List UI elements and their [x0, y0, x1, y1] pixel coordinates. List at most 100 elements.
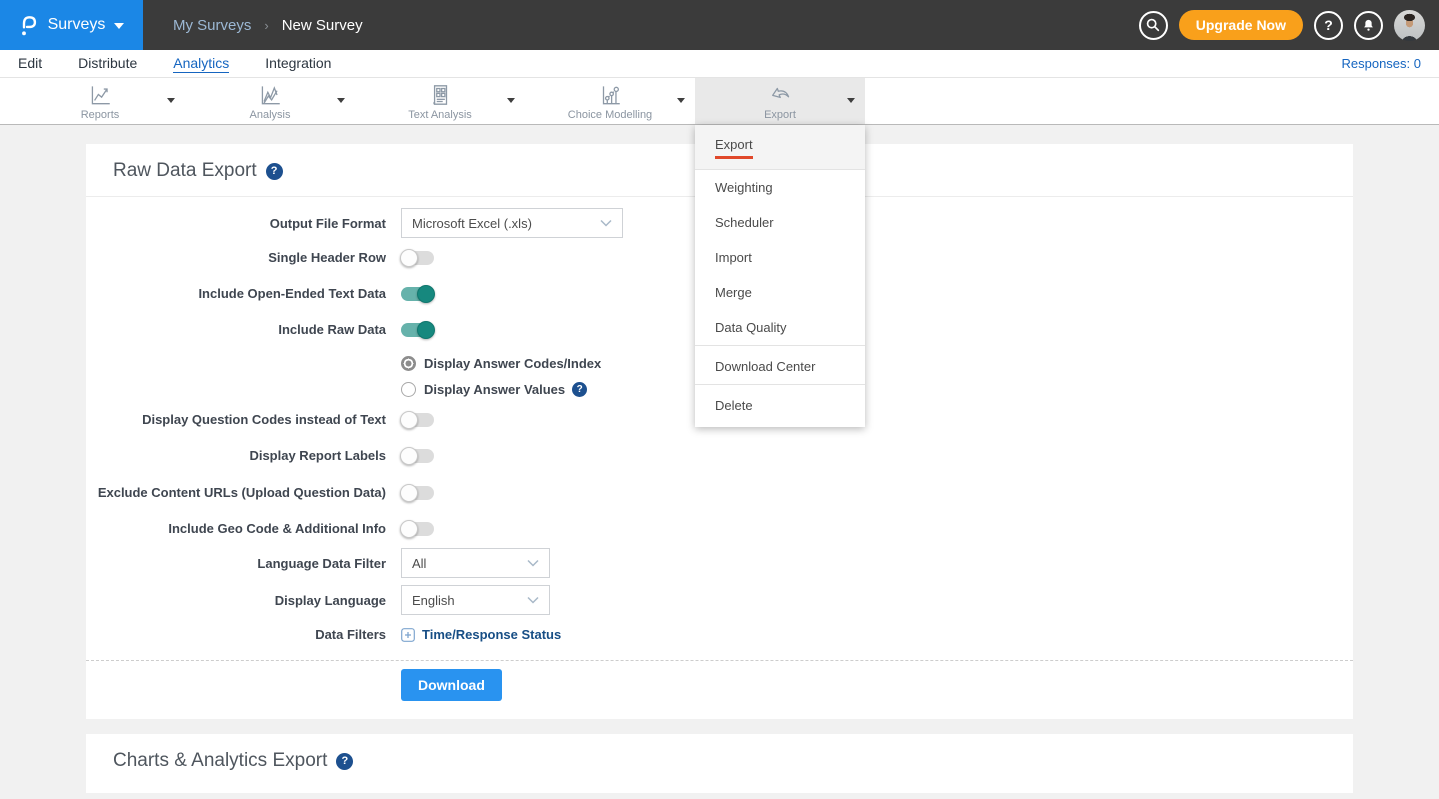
report-labels-row: Display Report Labels [86, 448, 1353, 463]
menu-item-export[interactable]: Export [695, 125, 865, 170]
language-filter-select[interactable]: All [401, 548, 550, 578]
answer-values-radio[interactable] [401, 382, 416, 397]
question-mark-icon: ? [1324, 17, 1333, 33]
text-analysis-icon [427, 82, 453, 108]
menu-item-scheduler[interactable]: Scheduler [695, 205, 865, 240]
field-label: Display Report Labels [86, 448, 386, 463]
charts-export-header: Charts & Analytics Export ? [86, 734, 1353, 786]
radio-label: Display Answer Codes/Index [424, 356, 601, 371]
select-value: Microsoft Excel (.xls) [412, 216, 532, 231]
menu-item-weighting[interactable]: Weighting [695, 170, 865, 205]
tab-distribute[interactable]: Distribute [78, 55, 137, 73]
export-dropdown-menu: Export Weighting Scheduler Import Merge … [695, 125, 865, 427]
output-format-select[interactable]: Microsoft Excel (.xls) [401, 208, 623, 238]
questionpro-logo-icon [19, 13, 39, 38]
responses-count: Responses: 0 [1342, 56, 1422, 71]
menu-item-download-center[interactable]: Download Center [695, 345, 865, 384]
menu-item-data-quality[interactable]: Data Quality [695, 310, 865, 345]
user-avatar[interactable] [1394, 10, 1425, 41]
search-icon [1145, 17, 1161, 33]
upgrade-now-button[interactable]: Upgrade Now [1179, 10, 1303, 40]
field-label: Include Raw Data [86, 322, 386, 337]
breadcrumb-my-surveys[interactable]: My Surveys [173, 17, 251, 34]
topbar-actions: Upgrade Now ? [1139, 0, 1439, 50]
help-icon[interactable]: ? [572, 382, 587, 397]
select-value: English [412, 593, 455, 608]
field-label: Display Question Codes instead of Text [86, 412, 386, 427]
data-filters-row: Data Filters Time/Response Status [86, 627, 1353, 642]
survey-nav: Edit Distribute Analytics Integration Re… [0, 50, 1439, 78]
surveys-brand-menu[interactable]: Surveys [0, 0, 143, 50]
tab-analytics[interactable]: Analytics [173, 55, 229, 73]
question-codes-toggle[interactable] [401, 413, 434, 427]
reports-chart-icon [87, 82, 113, 108]
chevron-down-icon[interactable] [167, 98, 175, 103]
field-label: Include Geo Code & Additional Info [86, 521, 386, 536]
field-label: Output File Format [86, 216, 386, 231]
brand-label: Surveys [48, 16, 106, 34]
charts-analytics-export-card: Charts & Analytics Export ? [86, 734, 1353, 793]
chevron-down-icon[interactable] [507, 98, 515, 103]
radio-label: Display Answer Values [424, 382, 565, 397]
notifications-button[interactable] [1354, 11, 1383, 40]
chevron-down-icon [527, 596, 539, 604]
open-ended-toggle[interactable] [401, 287, 434, 301]
page-title: Raw Data Export [113, 160, 257, 182]
toggle-knob [400, 249, 418, 267]
tab-edit[interactable]: Edit [18, 55, 42, 73]
display-language-row: Display Language English [86, 585, 1353, 615]
help-icon[interactable]: ? [336, 753, 353, 770]
exclude-urls-toggle[interactable] [401, 486, 434, 500]
tab-integration[interactable]: Integration [265, 55, 331, 73]
bell-icon [1361, 18, 1376, 33]
menu-item-delete[interactable]: Delete [695, 384, 865, 423]
analysis-chart-icon [257, 82, 283, 108]
time-response-status-link[interactable]: Time/Response Status [401, 627, 561, 642]
field-label: Single Header Row [86, 250, 386, 265]
download-button[interactable]: Download [401, 669, 502, 701]
toolbar-choice-modelling[interactable]: Choice Modelling [525, 78, 695, 124]
choice-modelling-icon [597, 82, 623, 108]
geo-code-toggle[interactable] [401, 522, 434, 536]
display-language-select[interactable]: English [401, 585, 550, 615]
exclude-urls-row: Exclude Content URLs (Upload Question Da… [86, 485, 1353, 500]
menu-item-import[interactable]: Import [695, 240, 865, 275]
answer-codes-radio[interactable] [401, 356, 416, 371]
field-label: Data Filters [86, 627, 386, 642]
toggle-knob [417, 285, 435, 303]
toggle-knob [400, 484, 418, 502]
toolbar-analysis[interactable]: Analysis [185, 78, 355, 124]
chevron-down-icon[interactable] [337, 98, 345, 103]
chevron-down-icon[interactable] [847, 98, 855, 103]
help-button[interactable]: ? [1314, 11, 1343, 40]
menu-item-merge[interactable]: Merge [695, 275, 865, 310]
toolbar-label: Reports [81, 109, 120, 121]
field-label: Language Data Filter [86, 556, 386, 571]
toolbar-text-analysis[interactable]: Text Analysis [355, 78, 525, 124]
breadcrumb: My Surveys › New Survey [143, 0, 363, 50]
report-labels-toggle[interactable] [401, 449, 434, 463]
raw-data-toggle[interactable] [401, 323, 434, 337]
toggle-knob [400, 411, 418, 429]
toggle-knob [400, 520, 418, 538]
analytics-toolbar: Reports Analysis Text [0, 78, 1439, 125]
chevron-down-icon [600, 219, 612, 227]
help-icon[interactable]: ? [266, 163, 283, 180]
breadcrumb-current-survey: New Survey [282, 17, 363, 34]
toolbar-label: Analysis [250, 109, 291, 121]
plus-square-icon [401, 628, 415, 642]
single-header-toggle[interactable] [401, 251, 434, 265]
toolbar-export[interactable]: Export Export Weighting Scheduler Import… [695, 78, 865, 124]
chevron-down-icon[interactable] [677, 98, 685, 103]
chevron-down-icon [114, 23, 124, 29]
toggle-knob [400, 447, 418, 465]
top-bar: Surveys My Surveys › New Survey Upgrade … [0, 0, 1439, 50]
toolbar-reports[interactable]: Reports [15, 78, 185, 124]
download-row: Download [86, 661, 1353, 719]
toolbar-label: Text Analysis [408, 109, 472, 121]
field-label: Display Language [86, 593, 386, 608]
search-button[interactable] [1139, 11, 1168, 40]
language-filter-row: Language Data Filter All [86, 548, 1353, 578]
geo-code-row: Include Geo Code & Additional Info [86, 521, 1353, 536]
section-title: Charts & Analytics Export [113, 750, 327, 772]
